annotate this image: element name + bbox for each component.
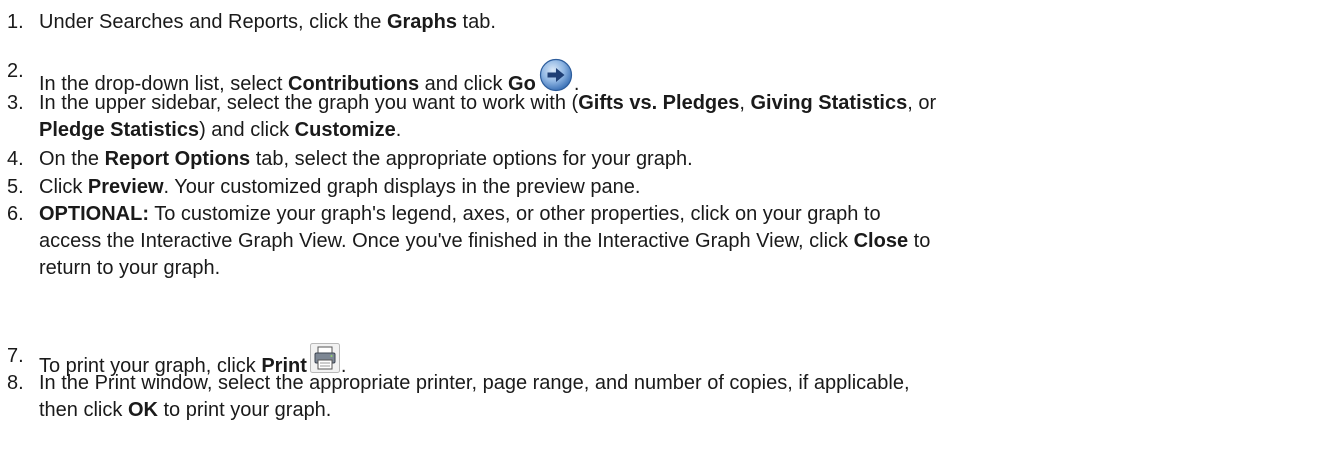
- step-number: 1.: [7, 11, 24, 33]
- bold-term: OK: [127, 399, 158, 421]
- bold-term: Giving Statistics: [750, 92, 908, 114]
- step-number: 6.: [7, 203, 24, 225]
- step-number: 3.: [7, 92, 24, 114]
- bold-term: Graphs: [386, 11, 457, 33]
- step-number: 7.: [7, 345, 24, 367]
- step-number: 5.: [7, 176, 24, 198]
- bold-term: Customize: [294, 119, 396, 141]
- go-arrow-icon: [539, 58, 573, 92]
- printer-icon: [309, 343, 340, 373]
- step-text: On the Report Options tab, select the ap…: [39, 148, 693, 170]
- step-text: In the Print window, select the appropri…: [39, 372, 910, 421]
- bold-term: Report Options: [104, 148, 251, 170]
- step-number: 4.: [7, 148, 24, 170]
- bold-term: Preview: [87, 176, 164, 198]
- bold-term: Pledge Statistics: [39, 119, 200, 141]
- bold-term: Gifts vs. Pledges: [578, 92, 740, 114]
- bold-term: Close: [853, 230, 909, 252]
- step-text: In the upper sidebar, select the graph y…: [39, 92, 937, 141]
- step-text: Click Preview. Your customized graph dis…: [39, 176, 641, 198]
- bold-term: OPTIONAL:: [39, 203, 149, 225]
- step-number: 8.: [7, 372, 24, 394]
- step-text: Under Searches and Reports, click the Gr…: [39, 11, 496, 33]
- step-number: 2.: [7, 60, 24, 82]
- step-text: OPTIONAL: To customize your graph's lege…: [39, 203, 931, 279]
